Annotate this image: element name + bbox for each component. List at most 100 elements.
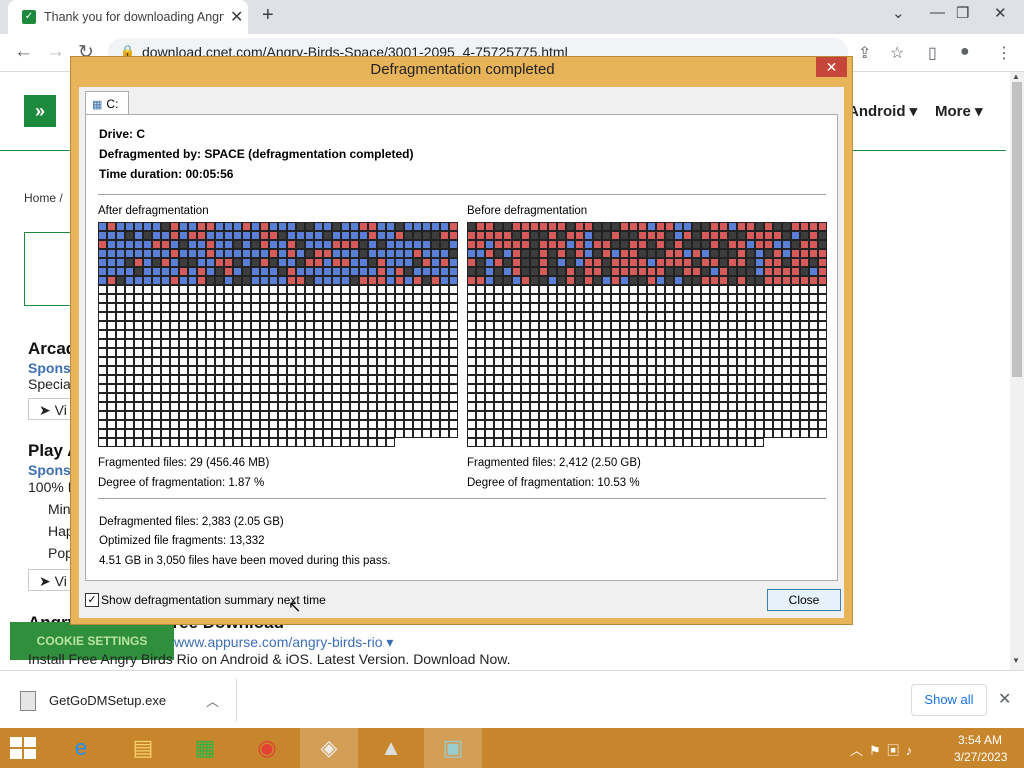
- cluster-block: [296, 411, 305, 420]
- appurse-link[interactable]: www.appurse.com/angry-birds-rio ▾: [174, 634, 393, 651]
- scroll-thumb[interactable]: [1012, 82, 1022, 377]
- close-icon[interactable]: ✕: [998, 689, 1011, 709]
- cluster-block: [566, 348, 575, 357]
- download-filename[interactable]: GetGoDMSetup.exe: [49, 693, 166, 708]
- back-icon[interactable]: ←: [14, 41, 33, 63]
- restore-button[interactable]: ❐: [956, 4, 969, 22]
- minimize-button[interactable]: —: [930, 4, 945, 21]
- tab-search-icon[interactable]: ⌄: [892, 4, 905, 22]
- cluster-block: [737, 393, 746, 402]
- cluster-block: [368, 231, 377, 240]
- cluster-block: [611, 231, 620, 240]
- chrome-icon[interactable]: ◉: [238, 728, 296, 768]
- cluster-block: [152, 222, 161, 231]
- cluster-block: [539, 384, 548, 393]
- side-panel-icon[interactable]: ▯: [928, 43, 937, 63]
- cluster-block: [476, 267, 485, 276]
- cluster-block: [764, 384, 773, 393]
- browser-tab[interactable]: ✓ Thank you for downloading Angry Birds …: [8, 0, 248, 34]
- cluster-block: [152, 357, 161, 366]
- flag-icon[interactable]: ⚑: [869, 743, 887, 758]
- cluster-block: [719, 285, 728, 294]
- cluster-block: [791, 411, 800, 420]
- forward-icon[interactable]: →: [46, 41, 65, 63]
- tab-close-icon[interactable]: ✕: [230, 7, 243, 27]
- cluster-block: [683, 348, 692, 357]
- visit-button[interactable]: ➤ Vi: [28, 398, 72, 420]
- cluster-block: [125, 321, 134, 330]
- breadcrumb-home[interactable]: Home /: [24, 191, 63, 205]
- cluster-block: [116, 411, 125, 420]
- store-icon[interactable]: ▦: [176, 728, 234, 768]
- cluster-block: [494, 231, 503, 240]
- tab-drive-c[interactable]: ▦ C:: [85, 91, 129, 115]
- cluster-block: [107, 366, 116, 375]
- defrag-tool-icon[interactable]: ◈: [300, 728, 358, 768]
- cluster-block: [692, 312, 701, 321]
- scroll-up-icon[interactable]: ▲: [1012, 72, 1020, 81]
- dialog-close-icon[interactable]: ✕: [816, 57, 847, 77]
- cluster-block: [485, 249, 494, 258]
- network-icon[interactable]: ▣: [887, 743, 906, 758]
- cluster-block: [125, 240, 134, 249]
- menu-kebab-icon[interactable]: ⋮: [996, 43, 1012, 63]
- cluster-block: [116, 348, 125, 357]
- cluster-block: [305, 249, 314, 258]
- cluster-block: [251, 240, 260, 249]
- show-summary-checkbox[interactable]: ✓: [85, 593, 99, 607]
- volume-icon[interactable]: ♪: [906, 743, 919, 758]
- nav-android[interactable]: Android ▾: [848, 102, 917, 120]
- chevron-up-icon[interactable]: ︿: [206, 691, 219, 710]
- cluster-block: [323, 375, 332, 384]
- close-button[interactable]: Close: [767, 589, 841, 611]
- file-explorer-icon[interactable]: ▤: [114, 728, 172, 768]
- cluster-block: [143, 240, 152, 249]
- cluster-block: [620, 321, 629, 330]
- network-utility-icon[interactable]: ▣: [424, 728, 482, 768]
- cluster-block: [818, 402, 827, 411]
- cluster-block: [701, 222, 710, 231]
- window-close-button[interactable]: ✕: [994, 4, 1007, 22]
- cluster-block: [233, 366, 242, 375]
- cluster-block: [800, 384, 809, 393]
- cluster-block: [557, 411, 566, 420]
- page-scrollbar[interactable]: ▲ ▼: [1010, 72, 1024, 670]
- profile-avatar-icon[interactable]: ●: [960, 43, 970, 61]
- cluster-block: [107, 393, 116, 402]
- start-button[interactable]: [10, 737, 38, 759]
- clock-date[interactable]: 3/27/2023: [954, 750, 1007, 764]
- cluster-block: [476, 285, 485, 294]
- internet-explorer-icon[interactable]: e: [52, 728, 110, 768]
- cluster-block: [170, 357, 179, 366]
- show-all-button[interactable]: Show all: [911, 684, 987, 716]
- visit-button[interactable]: ➤ Vi: [28, 569, 72, 591]
- cluster-block: [377, 339, 386, 348]
- nav-more[interactable]: More ▾: [935, 102, 983, 120]
- cluster-block: [179, 411, 188, 420]
- scroll-down-icon[interactable]: ▼: [1012, 656, 1020, 665]
- bookmark-star-icon[interactable]: ☆: [890, 43, 904, 63]
- cluster-block: [791, 384, 800, 393]
- cluster-block: [755, 357, 764, 366]
- cluster-block: [215, 267, 224, 276]
- cluster-block: [170, 321, 179, 330]
- cluster-block: [485, 438, 494, 447]
- cluster-block: [602, 366, 611, 375]
- cluster-block: [485, 348, 494, 357]
- share-icon[interactable]: ⇪: [858, 43, 871, 63]
- chevron-up-icon[interactable]: ︿: [850, 743, 869, 758]
- cluster-block: [161, 330, 170, 339]
- system-tray[interactable]: ︿⚑▣♪: [850, 740, 918, 759]
- new-tab-button[interactable]: +: [262, 4, 274, 27]
- cluster-block: [125, 249, 134, 258]
- cnet-logo[interactable]: »: [24, 95, 56, 127]
- cluster-block: [530, 249, 539, 258]
- cluster-block: [476, 348, 485, 357]
- clock-time[interactable]: 3:54 AM: [958, 733, 1002, 747]
- cluster-block: [611, 222, 620, 231]
- cluster-block: [719, 384, 728, 393]
- cluster-block: [314, 420, 323, 429]
- cluster-block: [503, 339, 512, 348]
- cluster-block: [395, 420, 404, 429]
- shark-game-icon[interactable]: ▲: [362, 728, 420, 768]
